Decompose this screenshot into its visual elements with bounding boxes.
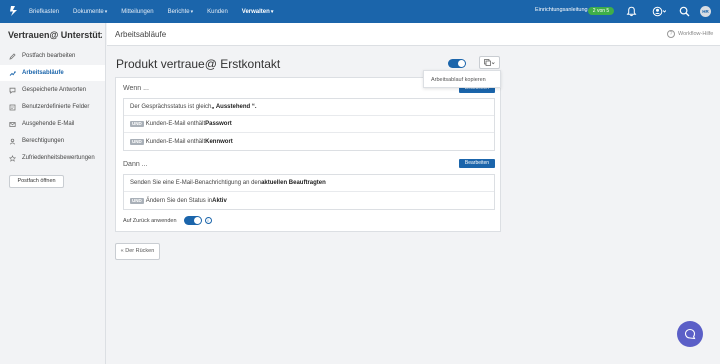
chat-bubble-icon	[684, 328, 696, 340]
ratings-icon	[9, 154, 16, 162]
nav-briefkasten[interactable]: Briefkasten	[29, 9, 59, 15]
top-navigation-bar: Briefkasten Dokumente▾ Mitteilungen Beri…	[0, 0, 720, 23]
workflow-enabled-toggle[interactable]	[448, 59, 466, 68]
sidebar-item-label: Benutzerdefinierte Felder	[22, 104, 90, 110]
list-item: UND Ändern Sie den Status in Aktiv	[124, 192, 494, 209]
sidebar-item-label: Ausgehende E-Mail	[22, 121, 75, 127]
search-icon[interactable]	[679, 6, 690, 17]
condition-value: Passwort	[205, 121, 232, 127]
chevron-down-icon: ▾	[190, 8, 194, 15]
sidebar-item-ratings[interactable]: Zufriedenheitsbewertungen	[0, 150, 105, 166]
back-button[interactable]: « Der Rücken	[115, 243, 160, 260]
and-badge: UND	[130, 121, 144, 127]
list-item: Der Gesprächsstatus ist gleich „ Aussteh…	[124, 99, 494, 116]
nav-verwalten[interactable]: Verwalten▾	[242, 9, 274, 15]
condition-text: Der Gesprächsstatus ist gleich	[130, 104, 212, 110]
pencil-icon	[9, 52, 16, 60]
open-mailbox-button[interactable]: Postfach öffnen	[9, 175, 64, 188]
action-text: Ändern Sie den Status in	[145, 197, 213, 204]
action-value: Aktiv	[212, 197, 227, 204]
nav-verwalten-label: Verwalten	[241, 8, 270, 15]
workflow-icon	[9, 70, 16, 76]
setup-progress-badge[interactable]: 2 von 5	[588, 7, 614, 15]
sidebar-item-outgoing-mail[interactable]: Ausgehende E-Mail	[0, 116, 105, 132]
bell-icon[interactable]	[626, 6, 637, 17]
outgoing-mail-icon	[9, 121, 16, 127]
edit-actions-button[interactable]: Bearbeiten	[459, 159, 495, 168]
list-item: UND Kunden-E-Mail enthält Kennwort	[124, 133, 494, 150]
permissions-icon	[9, 138, 16, 144]
action-text: Senden Sie eine E-Mail-Benachrichtigung …	[130, 180, 262, 186]
condition-text: Kunden-E-Mail enthält	[145, 138, 206, 145]
apply-reverse-label: Auf Zurück anwenden	[123, 217, 177, 224]
sidebar-item-label: Gespeicherte Antworten	[22, 87, 87, 93]
chat-launcher-button[interactable]	[677, 321, 703, 347]
conditions-list: Der Gesprächsstatus ist gleich „ Aussteh…	[123, 98, 495, 151]
list-item: UND Kunden-E-Mail enthält Passwort	[124, 116, 494, 133]
breadcrumb: Arbeitsabläufe	[115, 30, 167, 39]
chevron-down-icon: ▾	[270, 8, 274, 15]
app-logo-icon[interactable]	[8, 5, 20, 17]
condition-value: „ Ausstehend “.	[211, 104, 257, 110]
sidebar-item-label: Postfach bearbeiten	[22, 53, 76, 59]
sidebar-item-edit-mailbox[interactable]: Postfach bearbeiten	[0, 48, 105, 64]
page-title: Produkt vertraue@ Erstkontakt	[116, 57, 281, 71]
workflow-card: Wenn ... Bearbeiten Der Gesprächsstatus …	[115, 77, 501, 232]
sidebar-item-label: Arbeitsabläufe	[22, 70, 64, 76]
when-section-label: Wenn ...	[123, 85, 149, 92]
page-header: Arbeitsabläufe ? Workflow-Hilfe	[107, 23, 720, 46]
apply-reverse-toggle[interactable]	[183, 216, 202, 225]
copy-workflow-button[interactable]	[479, 56, 500, 69]
condition-value: Kennwort	[205, 138, 233, 145]
main-nav: Briefkasten Dokumente▾ Mitteilungen Beri…	[29, 0, 287, 23]
nav-berichte-label: Berichte	[167, 8, 190, 15]
sidebar: Vertrauen@ Unterstütz... Postfach bearbe…	[0, 23, 106, 364]
and-badge: UND	[130, 138, 144, 145]
setup-guide-link[interactable]: Einrichtungsanleitung	[535, 7, 588, 13]
info-icon[interactable]: i	[204, 217, 212, 224]
sidebar-item-label: Zufriedenheitsbewertungen	[22, 155, 95, 161]
nav-dokumente[interactable]: Dokumente▾	[73, 9, 107, 15]
custom-fields-icon	[9, 104, 16, 110]
then-section-label: Dann ...	[123, 161, 148, 168]
list-item: Senden Sie eine E-Mail-Benachrichtigung …	[124, 175, 494, 192]
copy-workflow-menu-item[interactable]: Arbeitsablauf kopieren	[423, 70, 501, 88]
actions-list: Senden Sie eine E-Mail-Benachrichtigung …	[123, 174, 495, 210]
help-icon: ?	[667, 30, 675, 38]
user-status-icon[interactable]	[652, 6, 666, 17]
sidebar-item-workflows[interactable]: Arbeitsabläufe	[0, 65, 105, 81]
main-content: Arbeitsabläufe ? Workflow-Hilfe Produkt …	[107, 23, 720, 364]
workflow-help-label: Workflow-Hilfe	[678, 31, 714, 37]
sidebar-item-permissions[interactable]: Berechtigungen	[0, 133, 105, 149]
nav-dokumente-label: Dokumente	[73, 8, 104, 15]
saved-replies-icon	[9, 87, 16, 94]
apply-reverse-row: Auf Zurück anwenden i	[123, 216, 212, 225]
and-badge: UND	[130, 197, 144, 204]
workflow-help-link[interactable]: ? Workflow-Hilfe	[667, 30, 713, 38]
chevron-down-icon: ▾	[104, 8, 108, 15]
avatar[interactable]: HR	[700, 6, 711, 17]
mailbox-title[interactable]: Vertrauen@ Unterstütz...	[8, 30, 102, 40]
sidebar-item-saved-replies[interactable]: Gespeicherte Antworten	[0, 82, 105, 98]
sidebar-item-label: Berechtigungen	[22, 138, 65, 144]
nav-kunden[interactable]: Kunden	[207, 9, 228, 15]
nav-mitteilungen[interactable]: Mitteilungen	[121, 9, 153, 15]
condition-text: Kunden-E-Mail enthält	[145, 121, 206, 127]
nav-berichte[interactable]: Berichte▾	[168, 9, 194, 15]
copy-icon	[484, 58, 495, 66]
sidebar-item-custom-fields[interactable]: Benutzerdefinierte Felder	[0, 99, 105, 115]
action-value: aktuellen Beauftragten	[261, 180, 326, 186]
